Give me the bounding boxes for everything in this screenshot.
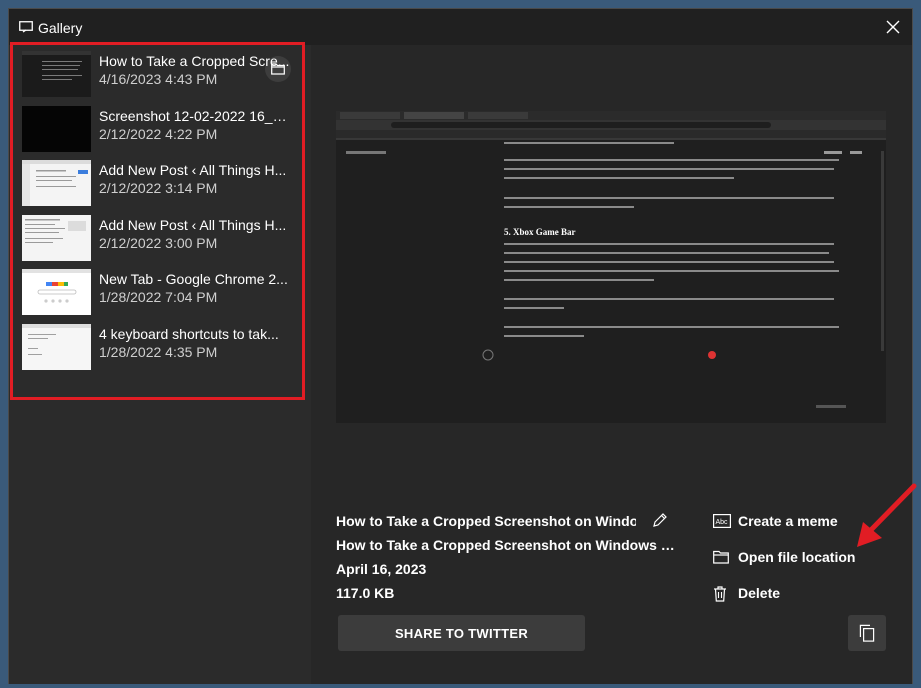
folder-icon (713, 550, 729, 564)
item-date: 2/12/2022 3:14 PM (99, 180, 218, 196)
window-title: Gallery (38, 20, 83, 36)
close-icon (886, 20, 900, 34)
item-title: New Tab - Google Chrome 2... (99, 271, 288, 287)
item-title: How to Take a Cropped Scre... (99, 53, 290, 69)
share-to-twitter-button[interactable]: SHARE TO TWITTER (338, 615, 585, 651)
rename-button[interactable] (651, 511, 671, 531)
meme-icon: Abc (713, 514, 731, 528)
item-title: Add New Post ‹ All Things H... (99, 162, 287, 178)
preview-heading: 5. Xbox Game Bar (504, 227, 576, 237)
thumbnail (22, 106, 91, 152)
trash-icon (714, 586, 726, 602)
item-title: Screenshot 12-02-2022 16_2... (99, 108, 291, 124)
item-date: 1/28/2022 7:04 PM (99, 289, 218, 305)
item-date: 2/12/2022 4:22 PM (99, 126, 218, 142)
delete-label: Delete (738, 585, 781, 601)
gallery-item[interactable]: How to Take a Cropped Scre... 4/16/2023 … (22, 51, 292, 101)
gallery-item[interactable]: 4 keyboard shortcuts to tak... 1/28/2022… (22, 324, 292, 374)
gallery-item[interactable]: Screenshot 12-02-2022 16_2... 2/12/2022 … (22, 106, 292, 156)
screenshot-preview[interactable]: 5. Xbox Game Bar (336, 111, 886, 423)
share-label: SHARE TO TWITTER (394, 626, 529, 641)
thumbnail (22, 215, 91, 261)
file-name-full: How to Take a Cropped Screenshot on Wind… (336, 537, 681, 553)
item-date: 2/12/2022 3:00 PM (99, 235, 218, 251)
red-arrow-annotation (857, 483, 917, 547)
gallery-icon (19, 21, 33, 33)
file-name-short: How to Take a Cropped Screenshot on Wind… (336, 513, 636, 529)
file-size: 117.0 KB (336, 585, 395, 601)
thumbnail (22, 160, 91, 206)
detail-panel: 5. Xbox Game Bar How to Take a Cropped S… (311, 45, 912, 684)
thumbnail (22, 324, 91, 370)
title-bar: Gallery (9, 9, 912, 45)
item-date: 4/16/2023 4:43 PM (99, 71, 218, 87)
gallery-item[interactable]: Add New Post ‹ All Things H... 2/12/2022… (22, 160, 292, 210)
file-date: April 16, 2023 (336, 561, 427, 577)
create-meme-label: Create a meme (738, 513, 838, 529)
thumbnail (22, 51, 91, 97)
gallery-item[interactable]: Add New Post ‹ All Things H... 2/12/2022… (22, 215, 292, 265)
copy-button[interactable] (848, 615, 886, 651)
item-date: 1/28/2022 4:35 PM (99, 344, 218, 360)
gallery-item[interactable]: New Tab - Google Chrome 2... 1/28/2022 7… (22, 269, 292, 319)
item-title: 4 keyboard shortcuts to tak... (99, 326, 279, 342)
close-button[interactable] (874, 9, 912, 45)
svg-text:Abc: Abc (716, 519, 729, 526)
copy-icon (859, 624, 875, 642)
item-title: Add New Post ‹ All Things H... (99, 217, 287, 233)
thumbnail (22, 269, 91, 315)
preview-image: 5. Xbox Game Bar (336, 111, 886, 423)
pencil-icon (653, 513, 667, 527)
